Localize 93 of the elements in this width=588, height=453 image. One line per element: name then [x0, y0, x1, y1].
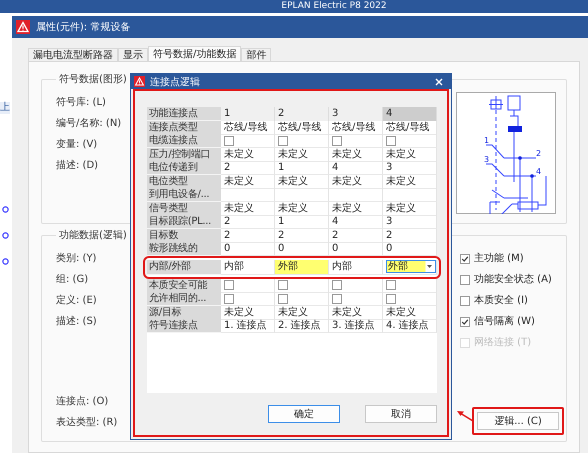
field-label: 表达类型: (R) [56, 416, 118, 429]
tab[interactable]: 显示 [118, 48, 148, 61]
table-cell: 芯线/导线 [383, 120, 437, 134]
table-cell: 2 [221, 215, 275, 229]
table-cell: 1 [275, 161, 329, 175]
tab[interactable]: 部件 [241, 48, 272, 61]
row-header: 功能连接点 [147, 107, 221, 121]
table-cell: 0 [221, 242, 275, 256]
table-cell: 未定义 [329, 148, 383, 162]
app-title: EPLAN Electric P8 2022 [281, 1, 387, 11]
table-cell: 外部 [275, 260, 329, 274]
table-cell: 未定义 [221, 174, 275, 188]
table-cell: 未定义 [329, 202, 383, 216]
row-header: 本质安全可能 [147, 278, 221, 292]
dialog-button[interactable]: 取消 [365, 405, 437, 423]
row-header: 连接点类型 [147, 120, 221, 134]
column-header[interactable]: 3 [329, 107, 383, 121]
row-header: 电缆连接点 [147, 134, 221, 148]
tab[interactable]: 漏电电流型断路器 [28, 48, 118, 61]
field-label: 符号库: (L) [56, 96, 107, 109]
row-header: 鞍形跳线的 [147, 242, 221, 256]
table-cell: 未定义 [221, 306, 275, 320]
dropdown-value: 外部 [388, 260, 408, 273]
dialog-title: 连接点逻辑 [150, 76, 200, 88]
row-header: 到用电设备/... [147, 188, 221, 202]
table-cell: 1. 连接点 [221, 319, 275, 333]
table-cell: 3 [383, 161, 437, 175]
table-cell: 未定义 [329, 174, 383, 188]
table-cell: 未定义 [383, 148, 437, 162]
row-header: 目标跟踪(PL... [147, 215, 221, 229]
row-header: 内部/外部 [147, 260, 221, 274]
table-cell: 4 [329, 161, 383, 175]
table-cell: 2 [383, 228, 437, 242]
row-header: 信号类型 [147, 202, 221, 216]
row-header: 允许相同的... [147, 292, 221, 306]
table-cell: 芯线/导线 [329, 120, 383, 134]
row-header: 符号连接点 [147, 319, 221, 333]
row-header: 压力/控制端口 [147, 148, 221, 162]
window-title: 属性(元件): 常规设备 [36, 20, 130, 34]
field-label: 描述: (D) [56, 159, 100, 172]
field-label: 类别: (Y) [56, 252, 98, 265]
tab[interactable]: 符号数据/功能数据 [148, 46, 242, 61]
table-cell: 4 [329, 215, 383, 229]
table-cell: 0 [275, 242, 329, 256]
table-cell: 3. 连接点 [329, 319, 383, 333]
row-header: 电位传递到 [147, 161, 221, 175]
schematic-drawing: 1 2 3 4 [456, 92, 556, 214]
column-header[interactable]: 1 [221, 107, 275, 121]
table-cell: 0 [329, 242, 383, 256]
checkbox-label: 信号隔离 (W) [474, 315, 535, 328]
table-cell: 2 [221, 228, 275, 242]
group-title: 功能数据(逻辑) [58, 228, 128, 242]
table-cell: 3 [383, 215, 437, 229]
group-title: 符号数据(图形) [58, 73, 128, 86]
table-cell: 未定义 [383, 306, 437, 320]
checkbox-label: 本质安全 (I) [474, 294, 528, 307]
table-cell: 未定义 [275, 148, 329, 162]
table-cell: 4. 连接点 [383, 319, 437, 333]
row-header: 源/目标 [147, 306, 221, 320]
table-cell: 2 [275, 228, 329, 242]
table-cell: 2. 连接点 [275, 319, 329, 333]
field-label: 组: (G) [56, 273, 90, 286]
field-label: 连接点: (O) [56, 395, 110, 408]
field-label: 定义: (E) [56, 294, 98, 307]
table-cell: 未定义 [221, 148, 275, 162]
column-header[interactable]: 2 [275, 107, 329, 121]
table-cell: 内部 [329, 260, 383, 274]
dropdown[interactable]: 外部 [386, 260, 436, 273]
side-tab[interactable]: 上 [0, 102, 10, 114]
table-cell: 未定义 [275, 202, 329, 216]
table-cell: 未定义 [383, 202, 437, 216]
table-cell: 未定义 [221, 202, 275, 216]
table-cell: 芯线/导线 [275, 120, 329, 134]
table-cell: 0 [383, 242, 437, 256]
table-cell: 未定义 [275, 306, 329, 320]
column-header[interactable]: 4 [383, 107, 437, 121]
table-cell: 未定义 [383, 174, 437, 188]
field-label: 变量: (V) [56, 138, 98, 151]
checkbox-label: 主功能 (M) [474, 252, 524, 265]
table-cell: 芯线/导线 [221, 120, 275, 134]
logic-button[interactable]: 逻辑... (C) [477, 412, 559, 430]
dialog-button[interactable]: 确定 [268, 405, 340, 423]
table-cell: 2 [221, 161, 275, 175]
checkbox-label: 网络连接 (T) [474, 336, 532, 349]
row-header: 电位类型 [147, 174, 221, 188]
table-cell: 未定义 [275, 174, 329, 188]
table-cell: 未定义 [329, 306, 383, 320]
table-cell: 2 [329, 228, 383, 242]
field-label: 编号/名称: (N) [56, 117, 122, 130]
checkbox-label: 功能安全状态 (A) [474, 273, 552, 286]
table-cell: 1 [275, 215, 329, 229]
field-label: 描述: (S) [56, 315, 98, 328]
row-header: 目标数 [147, 228, 221, 242]
